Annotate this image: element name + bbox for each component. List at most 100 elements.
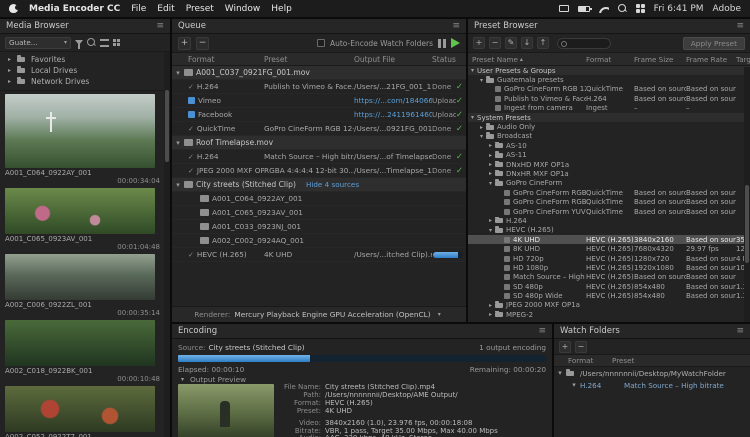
chevron-right-icon[interactable]: ▸ <box>486 217 495 224</box>
display-icon[interactable] <box>559 5 569 12</box>
tree-item-network-drives[interactable]: ▸Network Drives <box>0 76 170 87</box>
chevron-right-icon[interactable]: ▸ <box>486 311 495 318</box>
media-clip[interactable]: A002_C052_0922T7_001 00:00:20:44 <box>5 386 160 437</box>
queue-source-row[interactable]: A001_C065_0923AV_001 <box>172 206 466 220</box>
preset-row[interactable]: Match Source – High BitrateHEVC (H.265)B… <box>468 273 750 282</box>
watch-folder-row[interactable]: ▾ /Users/nnnnnnii/Desktop/MyWatchFolder <box>554 367 750 379</box>
preset-row[interactable]: Publish to Vimeo & FacebookH.264Based on… <box>468 94 750 103</box>
panel-menu-icon[interactable]: ≡ <box>736 327 744 336</box>
thumbnail-view-icon[interactable] <box>113 39 121 47</box>
chevron-right-icon[interactable]: ▸ <box>486 161 495 168</box>
battery-icon[interactable] <box>578 6 590 12</box>
preset-browser-scrollbar[interactable] <box>744 67 750 322</box>
edit-preset-button[interactable]: ✎ <box>505 37 517 49</box>
clip-thumbnail[interactable] <box>5 94 155 168</box>
start-queue-button[interactable] <box>451 38 460 48</box>
media-clip[interactable]: A002_C006_0922ZL_001 00:00:35:14 <box>5 254 160 317</box>
output-preview-label[interactable]: Output Preview <box>190 375 246 384</box>
queue-group-row[interactable]: ▾A001_C037_0921FG_001.mov <box>172 66 466 80</box>
list-view-icon[interactable] <box>100 39 109 47</box>
preset-row[interactable]: SD 480pHEVC (H.265)854x480Based on sourc… <box>468 282 750 291</box>
queue-source-row[interactable]: A001_C033_0923NJ_001 <box>172 220 466 234</box>
remove-button[interactable]: − <box>196 37 209 50</box>
chevron-right-icon[interactable]: ▸ <box>5 67 14 74</box>
preset-folder-row[interactable]: ▾HEVC (H.265) <box>468 226 750 235</box>
tree-item-favorites[interactable]: ▸Favorites <box>0 54 170 65</box>
new-preset-button[interactable]: + <box>473 37 485 49</box>
menu-window[interactable]: Window <box>225 4 261 14</box>
chevron-down-icon[interactable]: ▾ <box>486 180 495 187</box>
clip-thumbnail[interactable] <box>5 188 155 234</box>
preset-row[interactable]: SD 480p WideHEVC (H.265)854x480Based on … <box>468 291 750 300</box>
queue-output-row[interactable]: Facebookhttps://...24119614602283Uploade… <box>172 108 466 122</box>
auto-encode-checkbox[interactable] <box>317 39 325 47</box>
filter-icon[interactable] <box>75 40 83 45</box>
preset-folder-row[interactable]: ▸H.264 <box>468 216 750 225</box>
preset-folder-row[interactable]: ▸AS-10 <box>468 141 750 150</box>
panel-menu-icon[interactable]: ≡ <box>452 22 460 31</box>
add-source-button[interactable]: + <box>178 37 191 50</box>
tab-media-browser[interactable]: Media Browser <box>6 21 69 31</box>
preset-search-input[interactable] <box>557 38 611 49</box>
tab-watch-folders[interactable]: Watch Folders <box>560 326 620 336</box>
scrollbar-thumb[interactable] <box>165 90 169 162</box>
queue-output-row[interactable]: ✓QuickTimeGoPro CineForm RGB 12-.../User… <box>172 122 466 136</box>
queue-group-row[interactable]: ▾City streets (Stitched Clip)Hide 4 sour… <box>172 178 466 192</box>
queue-output-row-encoding[interactable]: ✓HEVC (H.265)4K UHD/Users/...itched Clip… <box>172 248 466 262</box>
output-enabled-check[interactable]: ✓ <box>188 83 194 91</box>
queue-source-row[interactable]: A001_C064_0922AY_001 <box>172 192 466 206</box>
chevron-right-icon[interactable]: ▸ <box>486 170 495 177</box>
preset-folder-row[interactable]: ▸AS-11 <box>468 151 750 160</box>
column-output-file[interactable]: Output File <box>354 55 432 64</box>
preset-section-row[interactable]: ▾System Presets <box>468 113 750 122</box>
add-watch-folder-button[interactable]: + <box>559 341 571 353</box>
menu-preset[interactable]: Preset <box>186 4 214 14</box>
upload-url-link[interactable]: https://...com/184066142 <box>354 96 432 105</box>
preset-row[interactable]: 8K UHDHEVC (H.265)7680x432029.97 fps120 … <box>468 244 750 253</box>
chevron-down-icon[interactable]: ▾ <box>486 227 495 234</box>
tree-item-local-drives[interactable]: ▸Local Drives <box>0 65 170 76</box>
chevron-right-icon[interactable]: ▸ <box>486 152 495 159</box>
preset-folder-row[interactable]: ▸Audio Only <box>468 122 750 131</box>
column-frame-size[interactable]: Frame Size <box>634 55 686 64</box>
preset-folder-row[interactable]: ▸MPEG-2 <box>468 310 750 319</box>
menu-help[interactable]: Help <box>271 4 292 14</box>
output-enabled-check[interactable]: ✓ <box>188 251 194 259</box>
directory-dropdown[interactable]: Guate...▾ <box>5 37 71 49</box>
output-enabled-check[interactable]: ✓ <box>188 153 194 161</box>
delete-preset-button[interactable]: − <box>489 37 501 49</box>
preset-folder-row[interactable]: ▾Guatemala presets <box>468 75 750 84</box>
chevron-right-icon[interactable]: ▸ <box>477 124 486 131</box>
column-frame-rate[interactable]: Frame Rate <box>686 55 736 64</box>
queue-output-row[interactable]: Vimeohttps://...com/184066142Uploaded✓ <box>172 94 466 108</box>
queue-output-row[interactable]: ✓JPEG 2000 MXF OP1aRGBA 4:4:4:4 12-bit 3… <box>172 164 466 178</box>
column-format[interactable]: Format <box>568 356 612 365</box>
queue-output-row[interactable]: ✓H.264Match Source – High bitr.../Users/… <box>172 150 466 164</box>
panel-menu-icon[interactable]: ≡ <box>736 22 744 31</box>
wifi-icon[interactable] <box>599 5 609 13</box>
preset-row[interactable]: HD 1080pHEVC (H.265)1920x1080Based on so… <box>468 263 750 272</box>
tab-preset-browser[interactable]: Preset Browser <box>474 21 538 31</box>
preset-section-row[interactable]: ▾User Presets & Groups <box>468 66 750 75</box>
preset-folder-row[interactable]: ▸DNxHR MXF OP1a <box>468 169 750 178</box>
menu-app-name[interactable]: Media Encoder CC <box>29 4 120 14</box>
media-clip[interactable]: A002_C018_0922BK_001 00:00:10:48 <box>5 320 160 383</box>
column-target-rate[interactable]: Target Rate <box>736 55 750 64</box>
media-browser-scrollbar[interactable] <box>164 52 170 437</box>
chevron-down-icon[interactable]: ▾ <box>468 114 477 121</box>
preset-folder-row[interactable]: ▾GoPro CineForm <box>468 179 750 188</box>
chevron-down-icon[interactable]: ▾ <box>178 376 187 383</box>
preset-row[interactable]: GoPro CineForm RGB 12-bitQuickTimeBased … <box>468 197 750 206</box>
preset-folder-row[interactable]: ▸JPEG 2000 MXF OP1a <box>468 301 750 310</box>
import-preset-button[interactable]: ↓ <box>521 37 533 49</box>
control-center-icon[interactable] <box>636 4 645 13</box>
output-enabled-check[interactable]: ✓ <box>188 167 194 175</box>
preset-row[interactable]: Ingest from cameraIngest–– <box>468 104 750 113</box>
tab-queue[interactable]: Queue <box>178 21 206 31</box>
apple-menu-icon[interactable] <box>9 4 18 13</box>
scrollbar-thumb[interactable] <box>745 185 749 263</box>
panel-menu-icon[interactable]: ≡ <box>156 22 164 31</box>
clip-thumbnail[interactable] <box>5 320 155 366</box>
pause-icon[interactable] <box>438 39 446 48</box>
column-status[interactable]: Status <box>432 55 466 64</box>
